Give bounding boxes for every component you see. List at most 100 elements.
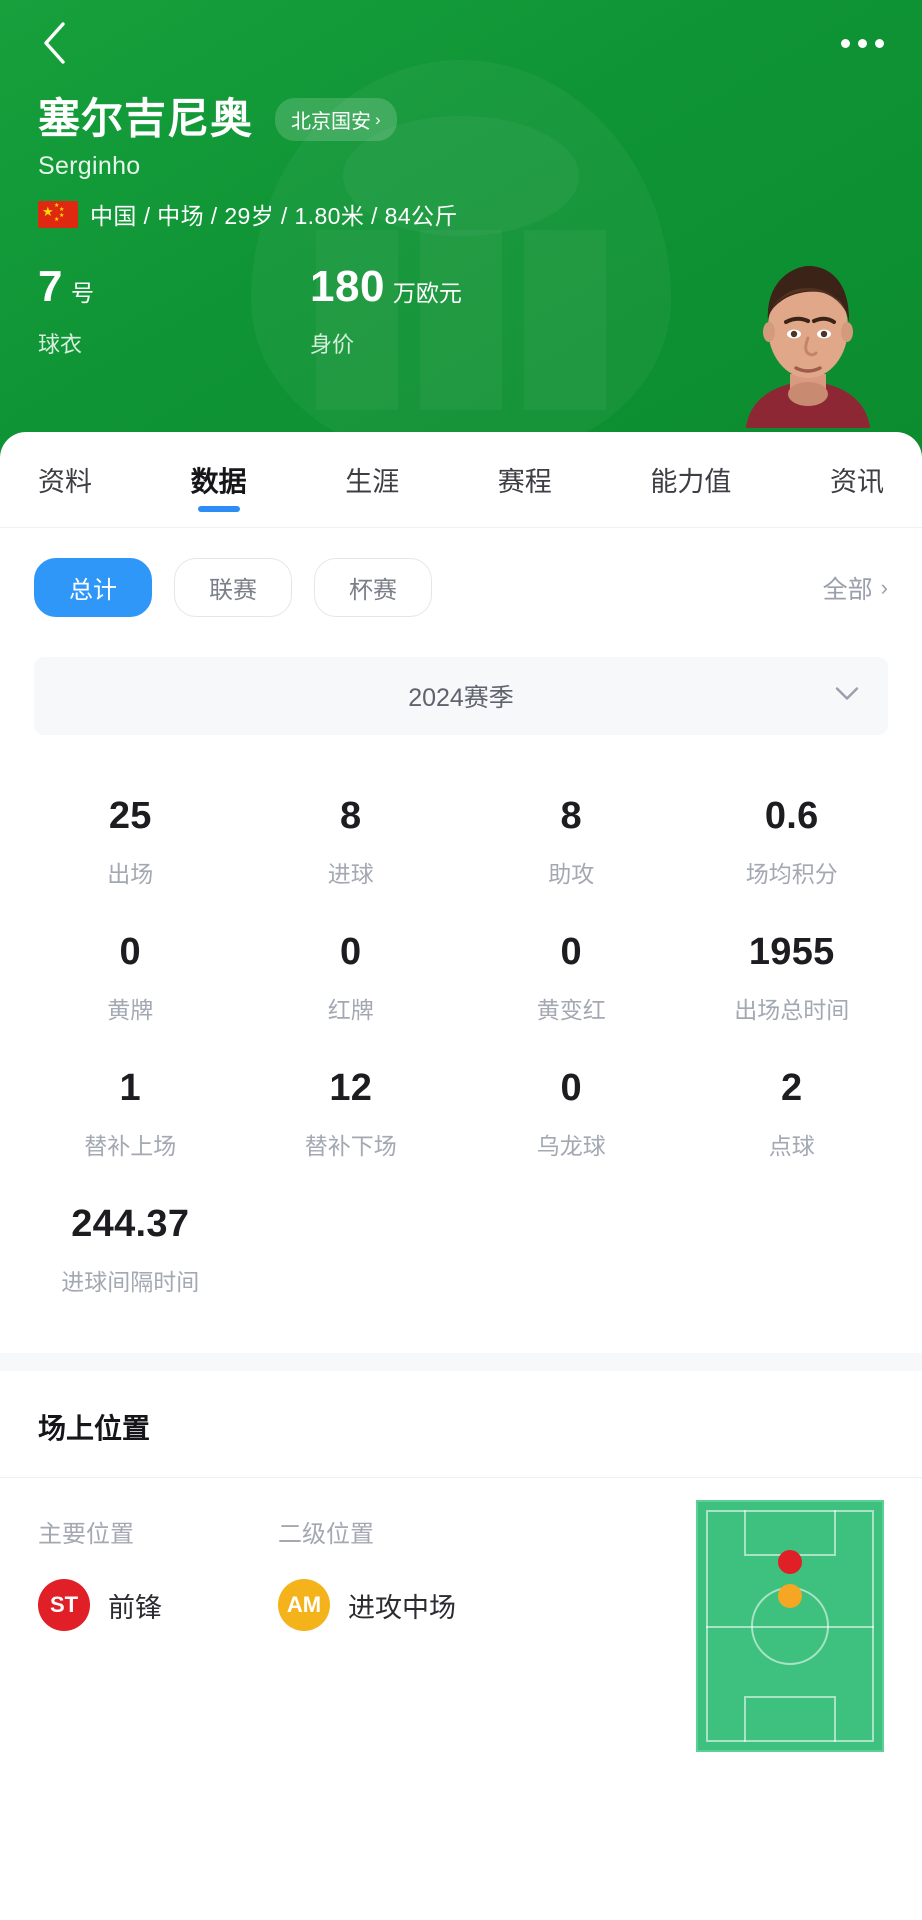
stat-label: 替补上场	[84, 1133, 177, 1159]
player-name-row: 塞尔吉尼奥 北京国安 ›	[38, 95, 922, 142]
stat-value: 0	[560, 931, 582, 973]
player-key-values: 7 号 球衣 180 万欧元 身价	[0, 265, 922, 359]
positions-content: 主要位置 ST 前锋 二级位置 AM 进攻中场	[0, 1478, 922, 1752]
stat-label: 出场总时间	[734, 997, 850, 1023]
more-options-button[interactable]	[832, 19, 892, 67]
stat-empty-2	[461, 1179, 682, 1315]
chevron-right-icon: ›	[375, 109, 381, 129]
stat-second-yellow: 0 黄变红	[461, 907, 682, 1043]
stat-assists: 8 助攻	[461, 771, 682, 907]
chevron-left-icon	[41, 21, 67, 65]
player-identity-block: 塞尔吉尼奥 北京国安 › Serginho ★ ★ ★ ★ ★ 中国 / 中场 …	[0, 86, 922, 231]
player-meta-text: 中国 / 中场 / 29岁 / 1.80米 / 84公斤	[90, 203, 458, 230]
tab-ziliao[interactable]: 资料	[34, 432, 96, 528]
stat-subbed-off: 12 替补下场	[241, 1043, 462, 1179]
stat-value: 12	[329, 1067, 373, 1109]
team-name-label: 北京国安	[291, 110, 372, 133]
primary-position-heading: 主要位置	[38, 1521, 134, 1548]
player-meta-row: ★ ★ ★ ★ ★ 中国 / 中场 / 29岁 / 1.80米 / 84公斤	[38, 197, 922, 231]
secondary-position-marker	[778, 1584, 802, 1609]
profile-header: 塞尔吉尼奥 北京国安 › Serginho ★ ★ ★ ★ ★ 中国 / 中场 …	[0, 0, 922, 460]
content-sheet: 资料 数据 生涯 赛程 能力值 资讯 总计 联赛 杯赛 全部 › 2024赛季	[0, 432, 922, 1920]
profile-tabs: 资料 数据 生涯 赛程 能力值 资讯	[0, 432, 922, 528]
pitch-penalty-box-bottom	[744, 1696, 836, 1742]
view-all-label: 全部	[822, 575, 873, 604]
stat-empty-1	[241, 1179, 462, 1315]
secondary-position-heading: 二级位置	[278, 1521, 374, 1548]
filter-chip-league[interactable]: 联赛	[174, 558, 292, 617]
season-label: 2024赛季	[408, 684, 514, 712]
chevron-right-icon: ›	[880, 574, 888, 600]
player-alias: Serginho	[38, 152, 141, 181]
section-separator-band	[0, 1353, 922, 1371]
view-all-link[interactable]: 全部 ›	[823, 570, 888, 606]
stat-value: 1	[119, 1067, 141, 1109]
market-value-block: 180 万欧元 身价	[310, 265, 582, 359]
market-value-number: 180	[310, 262, 385, 312]
stat-value: 1955	[748, 931, 835, 973]
top-bar	[0, 0, 922, 86]
more-horizontal-icon	[840, 38, 884, 48]
stat-label: 红牌	[327, 997, 374, 1023]
china-flag-icon: ★ ★ ★ ★ ★	[38, 200, 78, 228]
shirt-number-unit: 号	[70, 280, 94, 307]
stat-value: 0	[560, 1067, 582, 1109]
chevron-down-icon	[834, 686, 860, 707]
stat-label: 助攻	[548, 861, 595, 887]
secondary-position-badge: AM	[278, 1579, 330, 1631]
stat-label: 黄牌	[107, 997, 154, 1023]
stat-value: 244.37	[71, 1203, 190, 1245]
market-value-unit: 万欧元	[392, 280, 462, 307]
shirt-number-value: 7	[38, 262, 63, 312]
tab-nenglizhi[interactable]: 能力值	[646, 432, 735, 528]
stat-appearances: 25 出场	[20, 771, 241, 907]
stat-value: 8	[340, 795, 362, 837]
stat-yellow-cards: 0 黄牌	[20, 907, 241, 1043]
stat-value: 25	[108, 795, 152, 837]
filter-chip-cup[interactable]: 杯赛	[314, 558, 432, 617]
stat-label: 出场	[107, 861, 154, 887]
stat-goals: 8 进球	[241, 771, 462, 907]
stat-label: 乌龙球	[536, 1133, 606, 1159]
stat-label: 场均积分	[745, 861, 838, 887]
filter-chip-total[interactable]: 总计	[34, 558, 152, 617]
stat-label: 进球间隔时间	[61, 1269, 200, 1295]
primary-position-name: 前锋	[108, 1592, 162, 1623]
primary-position-block: 主要位置 ST 前锋	[38, 1514, 278, 1631]
stat-penalties: 2 点球	[682, 1043, 903, 1179]
stat-label: 黄变红	[536, 997, 606, 1023]
stat-empty-3	[682, 1179, 903, 1315]
stat-value: 0	[119, 931, 141, 973]
season-selector[interactable]: 2024赛季	[34, 657, 888, 735]
secondary-position-block: 二级位置 AM 进攻中场	[278, 1514, 518, 1631]
primary-position-marker	[778, 1549, 802, 1574]
stat-subbed-on: 1 替补上场	[20, 1043, 241, 1179]
stat-label: 进球	[327, 861, 374, 887]
stat-value: 0.6	[764, 795, 819, 837]
competition-filters: 总计 联赛 杯赛 全部 ›	[0, 528, 922, 617]
positions-section-title: 场上位置	[38, 1413, 151, 1444]
tab-shuju[interactable]: 数据	[187, 432, 251, 528]
primary-position-badge: ST	[38, 1579, 90, 1631]
shirt-number-block: 7 号 球衣	[38, 265, 310, 359]
stat-minutes-per-goal: 244.37 进球间隔时间	[20, 1179, 241, 1315]
season-stats-grid: 25 出场 8 进球 8 助攻 0.6 场均积分 0 黄牌 0 红牌 0 黄变红…	[0, 735, 922, 1315]
stat-red-cards: 0 红牌	[241, 907, 462, 1043]
stat-own-goals: 0 乌龙球	[461, 1043, 682, 1179]
stat-total-minutes: 1955 出场总时间	[682, 907, 903, 1043]
secondary-position-name: 进攻中场	[348, 1592, 456, 1623]
stat-value: 2	[781, 1067, 803, 1109]
back-button[interactable]	[30, 19, 78, 67]
team-link-chip[interactable]: 北京国安 ›	[275, 97, 397, 141]
stat-value: 8	[560, 795, 582, 837]
market-value-label: 身价	[310, 332, 355, 358]
player-name: 塞尔吉尼奥	[38, 95, 254, 142]
stat-label: 点球	[768, 1133, 815, 1159]
tab-saicheng[interactable]: 赛程	[494, 432, 556, 528]
tab-shengya[interactable]: 生涯	[341, 432, 403, 528]
stat-label: 替补下场	[304, 1133, 397, 1159]
stat-value: 0	[340, 931, 362, 973]
pitch-diagram	[696, 1500, 884, 1752]
stat-points-per-game: 0.6 场均积分	[682, 771, 903, 907]
tab-zixun[interactable]: 资讯	[826, 432, 888, 528]
